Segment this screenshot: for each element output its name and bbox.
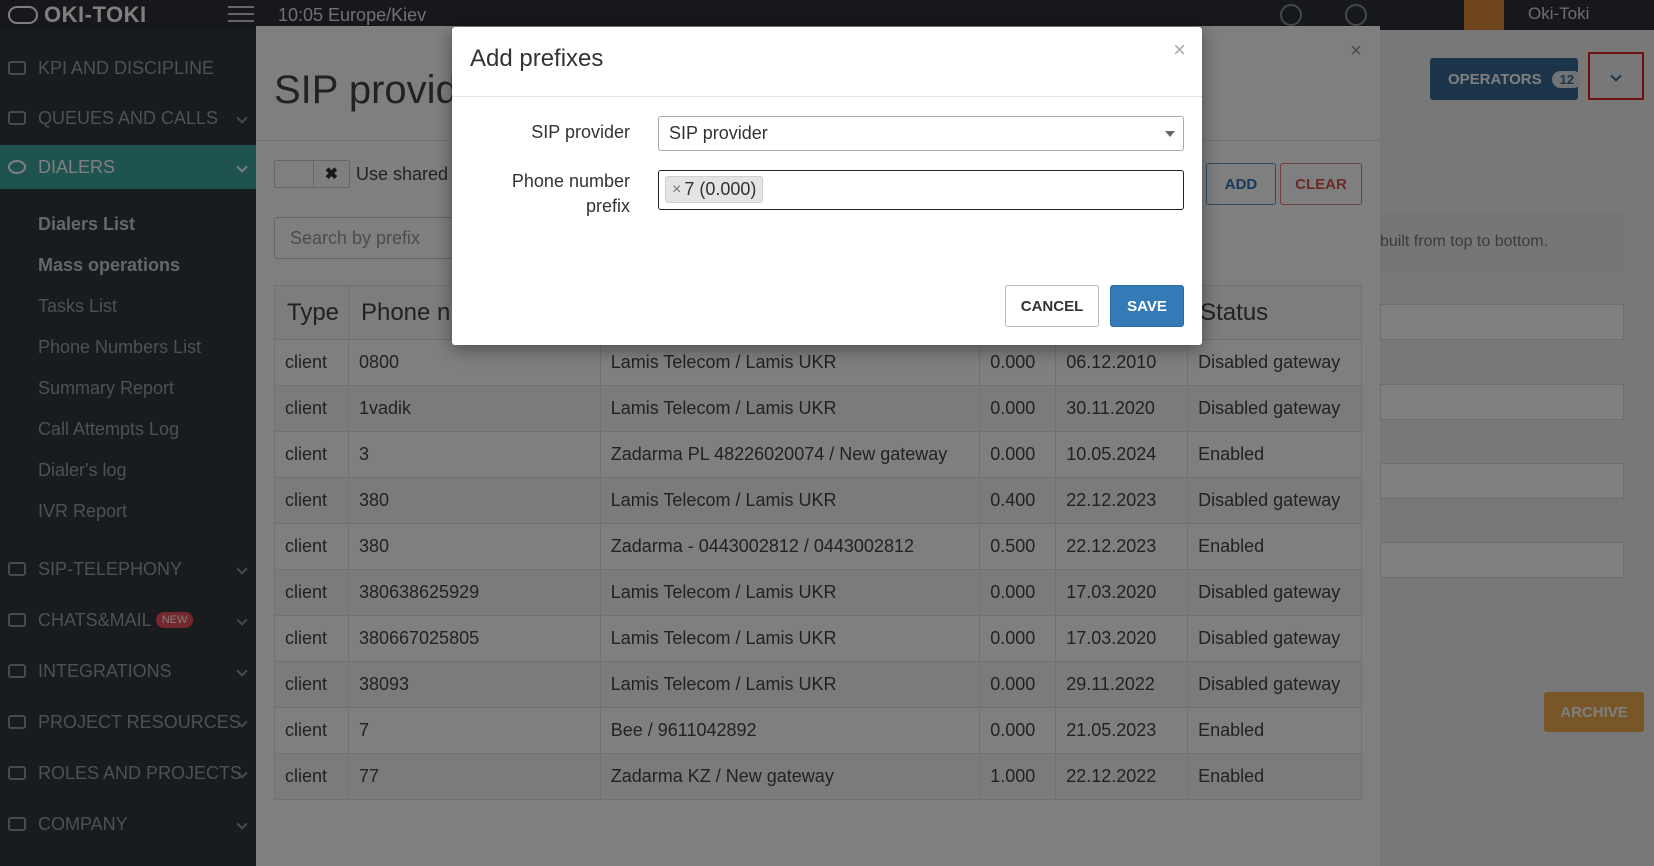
modal-divider bbox=[452, 96, 1202, 97]
dropdown-arrow-icon bbox=[1165, 131, 1175, 137]
sip-provider-select[interactable]: SIP provider bbox=[658, 116, 1184, 151]
sip-provider-label: SIP provider bbox=[531, 122, 630, 142]
add-prefixes-modal: Add prefixes × SIP provider SIP provider… bbox=[452, 27, 1202, 345]
save-button[interactable]: SAVE bbox=[1110, 285, 1184, 327]
phone-prefix-label: Phone number prefix bbox=[511, 171, 630, 216]
prefix-tag-label: 7 (0.000) bbox=[684, 179, 757, 199]
modal-title: Add prefixes bbox=[470, 45, 604, 72]
phone-prefix-input[interactable]: × 7 (0.000) bbox=[658, 170, 1184, 210]
close-icon[interactable]: × bbox=[1173, 37, 1186, 63]
prefix-tag: × 7 (0.000) bbox=[665, 176, 764, 203]
cancel-button[interactable]: CANCEL bbox=[1005, 285, 1099, 327]
remove-tag-icon[interactable]: × bbox=[672, 181, 681, 199]
sip-provider-selected-value: SIP provider bbox=[669, 123, 768, 143]
